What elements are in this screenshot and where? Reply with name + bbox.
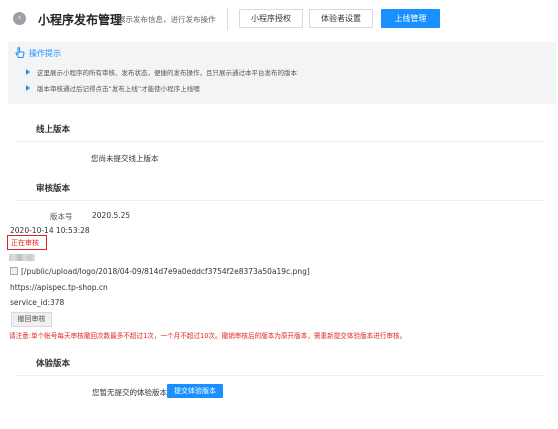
review-datetime: 2020-10-14 10:53:28	[10, 226, 90, 235]
image-path: [/public/upload/logo/2018/04-09/814d7e9a…	[21, 267, 310, 276]
service-url: https://apispec.tp-shop.cn	[10, 283, 108, 292]
divider	[16, 200, 544, 201]
bullet-arrow-icon	[26, 69, 30, 75]
tip-item: 这里展示小程序的所有审核、发布状态，便捷的发布操作，且只展示通过本平台发布的版本	[37, 69, 297, 77]
tip-item: 版本审核通过后记得点击“发布上线”才能使小程序上线噢	[37, 85, 200, 93]
divider	[227, 8, 228, 30]
blurred-qrcode	[9, 254, 35, 261]
version-value: 2020.5.25	[92, 211, 131, 220]
tips-title: 操作提示	[29, 49, 61, 58]
hand-pointer-icon	[15, 47, 25, 58]
trial-version-title: 体验版本	[36, 359, 71, 369]
status-text: 正在审核	[11, 239, 39, 247]
online-version-title: 线上版本	[36, 125, 71, 135]
tab-release-management[interactable]: 上线管理	[381, 9, 440, 28]
service-id: service_id:378	[10, 298, 65, 307]
submit-trial-version-button[interactable]: 提交体验版本	[167, 384, 223, 398]
warning-text: 请注意:单个帐号每天审核撤回次数最多不超过1次，一个月不超过10次。撤销审核后的…	[9, 332, 407, 340]
online-empty-text: 您尚未提交线上版本	[91, 154, 159, 163]
page-subtitle: 展示发布信息，进行发布操作	[118, 15, 216, 24]
review-version-title: 审核版本	[36, 184, 71, 194]
bullet-arrow-icon	[26, 85, 30, 91]
broken-image-icon	[10, 267, 18, 275]
divider	[16, 141, 544, 142]
version-label: 版本号	[50, 212, 73, 221]
divider	[16, 375, 544, 376]
header: ‹ 小程序发布管理 展示发布信息，进行发布操作 小程序授权 体验者设置 上线管理	[0, 0, 558, 38]
page-title: 小程序发布管理	[38, 13, 123, 27]
tab-tester-settings[interactable]: 体验者设置	[309, 9, 373, 28]
withdraw-review-button[interactable]: 撤回审核	[11, 312, 52, 327]
trial-empty-text: 您暂无提交的体验版本	[92, 388, 167, 397]
tab-mini-program-auth[interactable]: 小程序授权	[239, 9, 303, 28]
chevron-left-icon[interactable]: ‹	[13, 12, 26, 25]
